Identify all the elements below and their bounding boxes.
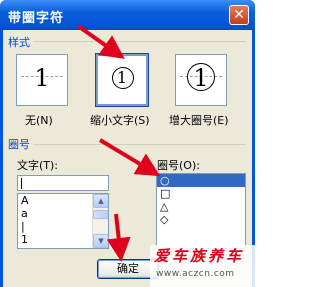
symbol-field-label: 圈号(O):	[157, 159, 200, 172]
style-option-shrink[interactable]: 1	[95, 53, 149, 107]
style-option-none[interactable]: 1	[16, 54, 68, 106]
close-icon: ✕	[233, 7, 245, 23]
style-none-glyph: 1	[34, 64, 50, 92]
text-field-label: 文字(T):	[17, 159, 59, 172]
style-enlarge-label[interactable]: 增大圈号(E)	[169, 112, 229, 128]
symbol-diamond-icon[interactable]: ◇	[157, 213, 245, 226]
close-button[interactable]: ✕	[229, 5, 249, 25]
ok-button-label: 确定	[117, 262, 139, 275]
text-list[interactable]: A a | 1 ▲ ▼	[17, 193, 109, 249]
watermark-brand: 爱车族养车	[154, 247, 245, 265]
symbol-triangle-icon[interactable]: △	[157, 200, 245, 213]
enclosure-separator	[33, 144, 246, 145]
style-option-enlarge[interactable]: 1	[175, 54, 227, 106]
symbol-square-icon[interactable]: □	[157, 187, 245, 200]
text-input[interactable]	[17, 175, 109, 191]
scroll-down-icon[interactable]: ▼	[93, 234, 108, 248]
text-caret	[21, 178, 22, 189]
symbol-circle-icon[interactable]: ○	[157, 174, 245, 187]
title-bar[interactable]: 带圈字符 ✕	[0, 0, 255, 30]
scroll-up-icon[interactable]: ▲	[93, 194, 108, 208]
style-separator	[33, 41, 246, 42]
style-none-label[interactable]: 无(N)	[25, 112, 53, 128]
watermark-url: www.aczcn.com	[156, 269, 235, 279]
scroll-thumb[interactable]	[93, 210, 108, 219]
window-title: 带圈字符	[8, 11, 65, 26]
watermark: 爱车族养车 www.aczcn.com	[150, 245, 255, 287]
style-shrink-label[interactable]: 缩小文字(S)	[90, 112, 150, 128]
dialog-window: 带圈字符 ✕ 样式 1 无(N) 1 缩小文字(S) 1 增大圈号(E) 圈号 …	[0, 0, 255, 287]
enclosure-section-label: 圈号	[8, 138, 30, 151]
text-list-scrollbar[interactable]: ▲ ▼	[92, 194, 108, 248]
style-section-label: 样式	[8, 36, 30, 49]
style-shrink-glyph: 1	[116, 68, 128, 87]
style-enlarge-glyph: 1	[193, 64, 209, 92]
symbol-list[interactable]: ○ □ △ ◇	[156, 173, 246, 249]
